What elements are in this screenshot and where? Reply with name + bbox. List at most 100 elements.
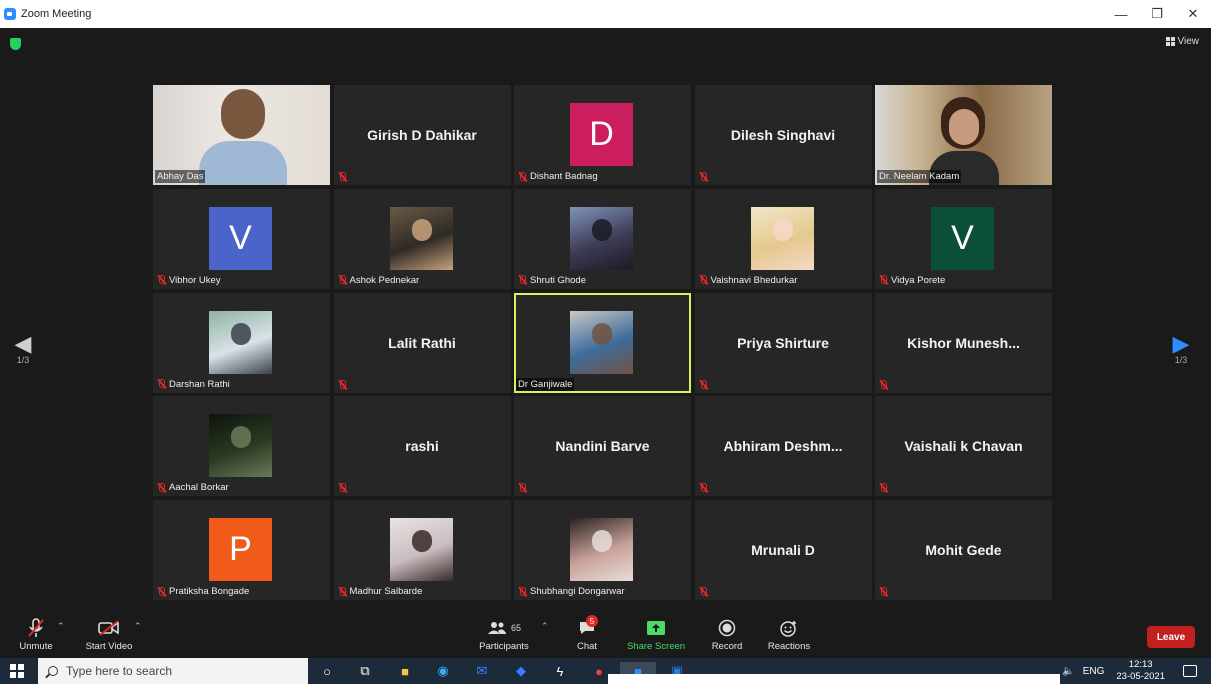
dropbox-icon[interactable]: ◆ <box>512 662 530 680</box>
chat-icon: 5 <box>573 615 601 638</box>
winamp-icon[interactable]: ϟ <box>551 662 569 680</box>
person-silhouette <box>592 218 612 241</box>
mic-muted-icon <box>879 587 888 597</box>
view-button[interactable]: View <box>1162 34 1204 49</box>
participant-name-label <box>877 586 890 598</box>
participant-tile[interactable]: Shruti Ghode <box>514 188 691 289</box>
windows-start-icon[interactable] <box>10 664 24 678</box>
participant-name: Dishant Badnag <box>530 171 598 182</box>
participant-name-label <box>697 482 710 494</box>
participant-name-label <box>697 379 710 391</box>
notification-center-icon[interactable] <box>1183 665 1197 677</box>
person-face <box>949 109 979 145</box>
chrome-icon[interactable]: ● <box>590 662 608 680</box>
participant-display-name: Vaishali k Chavan <box>904 438 1023 455</box>
person-silhouette <box>411 218 432 241</box>
close-button[interactable]: ✕ <box>1175 0 1211 28</box>
participant-tile[interactable]: Ashok Pednekar <box>333 188 511 289</box>
avatar-initial: D <box>570 103 633 166</box>
edge-icon[interactable]: ◉ <box>434 662 452 680</box>
minimize-button[interactable]: — <box>1103 0 1139 28</box>
participant-name-label <box>877 482 890 494</box>
participant-tile[interactable]: Kishor Munesh... <box>875 292 1052 393</box>
participant-name-label: Vaishnavi Bhedurkar <box>697 274 800 287</box>
language-indicator[interactable]: ENG <box>1083 666 1105 677</box>
profile-photo <box>570 206 633 270</box>
video-options-caret-icon[interactable]: ⌃ <box>134 621 142 632</box>
participant-tile[interactable]: Vaishnavi Bhedurkar <box>694 188 872 289</box>
participants-button[interactable]: 65 Participants <box>478 618 530 652</box>
participants-options-caret-icon[interactable]: ⌃ <box>541 621 549 632</box>
security-shield-icon[interactable] <box>10 38 21 50</box>
participant-name-label: Vibhor Ukey <box>155 274 223 287</box>
participant-tile[interactable]: D Dishant Badnag <box>514 85 691 185</box>
mic-muted-icon <box>699 483 708 493</box>
chat-button[interactable]: 5 Chat <box>573 615 601 652</box>
participant-name-label: Vidya Porete <box>877 274 947 287</box>
participant-tile[interactable]: Vaishali k Chavan <box>875 396 1052 497</box>
person-body <box>199 141 287 185</box>
record-button[interactable]: Record <box>708 618 746 652</box>
search-icon <box>48 666 58 676</box>
participant-tile[interactable]: V Vibhor Ukey <box>153 188 330 289</box>
previous-page-button[interactable]: ◀ 1/3 <box>8 333 38 366</box>
participants-icon: 65 <box>478 618 530 638</box>
participant-tile[interactable]: V Vidya Porete <box>875 188 1052 289</box>
participant-tile[interactable]: Abhay Das <box>153 85 330 185</box>
participant-tile[interactable]: Mohit Gede <box>875 500 1052 600</box>
participant-name-label: Aachal Borkar <box>155 481 231 494</box>
participant-tile[interactable]: Aachal Borkar <box>153 396 330 497</box>
participant-tile[interactable]: rashi <box>333 396 511 497</box>
participant-tile[interactable]: Dr. Neelam Kadam <box>875 85 1052 185</box>
participant-display-name: rashi <box>405 438 439 455</box>
restore-button[interactable]: ❐ <box>1139 0 1175 28</box>
participant-name-label: Dr. Neelam Kadam <box>877 170 962 183</box>
mail-icon[interactable]: ✉ <box>473 662 491 680</box>
participant-tile[interactable]: Lalit Rathi <box>333 292 511 393</box>
participant-tile[interactable]: P Pratiksha Bongade <box>153 500 330 600</box>
participant-tile[interactable]: Abhiram Deshm... <box>694 396 872 497</box>
next-page-button[interactable]: ▶ 1/3 <box>1166 333 1196 366</box>
participant-tile[interactable]: Priya Shirture <box>694 292 872 393</box>
mic-muted-icon <box>338 586 347 597</box>
start-video-button[interactable]: Start Video <box>84 618 134 652</box>
mic-muted-icon <box>157 275 166 285</box>
participant-name: Vaishnavi Bhedurkar <box>710 274 798 286</box>
participant-name: Vibhor Ukey <box>169 274 221 286</box>
leave-button[interactable]: Leave <box>1147 626 1195 648</box>
task-view-icon[interactable]: ⧉ <box>356 662 374 680</box>
participant-tile[interactable]: Shubhangi Dongarwar <box>514 500 691 600</box>
participant-name: Vidya Porete <box>891 274 946 286</box>
participant-display-name: Kishor Munesh... <box>907 334 1020 351</box>
record-label: Record <box>711 641 743 652</box>
taskbar-search-input[interactable]: Type here to search <box>38 658 308 684</box>
person-silhouette <box>592 322 612 345</box>
participant-tile[interactable]: Dilesh Singhavi <box>694 85 872 185</box>
participant-tile[interactable]: Madhur Salbarde <box>333 500 511 600</box>
reactions-button[interactable]: Reactions <box>766 618 812 652</box>
participant-name-label: Ashok Pednekar <box>336 274 422 287</box>
participant-tile[interactable]: Girish D Dahikar <box>333 85 511 185</box>
unmute-button[interactable]: Unmute <box>18 618 54 652</box>
participant-tile[interactable]: Dr Ganjiwale <box>514 292 691 393</box>
participant-name-label <box>516 482 529 494</box>
clock[interactable]: 12:13 23-05-2021 <box>1116 659 1165 683</box>
participants-label: Participants <box>479 641 529 652</box>
mic-muted-icon <box>338 172 347 182</box>
person-silhouette <box>221 89 265 139</box>
audio-options-caret-icon[interactable]: ⌃ <box>57 621 65 632</box>
cortana-icon[interactable]: ○ <box>318 662 336 680</box>
file-explorer-icon[interactable]: ■ <box>396 662 414 680</box>
participant-tile[interactable]: Darshan Rathi <box>153 292 330 393</box>
participant-tile[interactable]: Mrunali D <box>694 500 872 600</box>
gallery-grid: Abhay Das Girish D Dahikar D Dishant Badnag… <box>153 85 1052 600</box>
avatar-initial: V <box>931 206 994 270</box>
reactions-label: Reactions <box>767 641 811 652</box>
participant-tile[interactable]: Nandini Barve <box>514 396 691 497</box>
share-screen-button[interactable]: Share Screen <box>624 618 688 652</box>
volume-icon[interactable]: 🔈 <box>1062 666 1074 677</box>
unmute-label: Unmute <box>19 641 53 652</box>
participant-name-label: Dishant Badnag <box>516 170 600 183</box>
system-tray: 🔈 ENG 12:13 23-05-2021 <box>1062 658 1211 684</box>
taskbar-overlay <box>608 674 1060 684</box>
